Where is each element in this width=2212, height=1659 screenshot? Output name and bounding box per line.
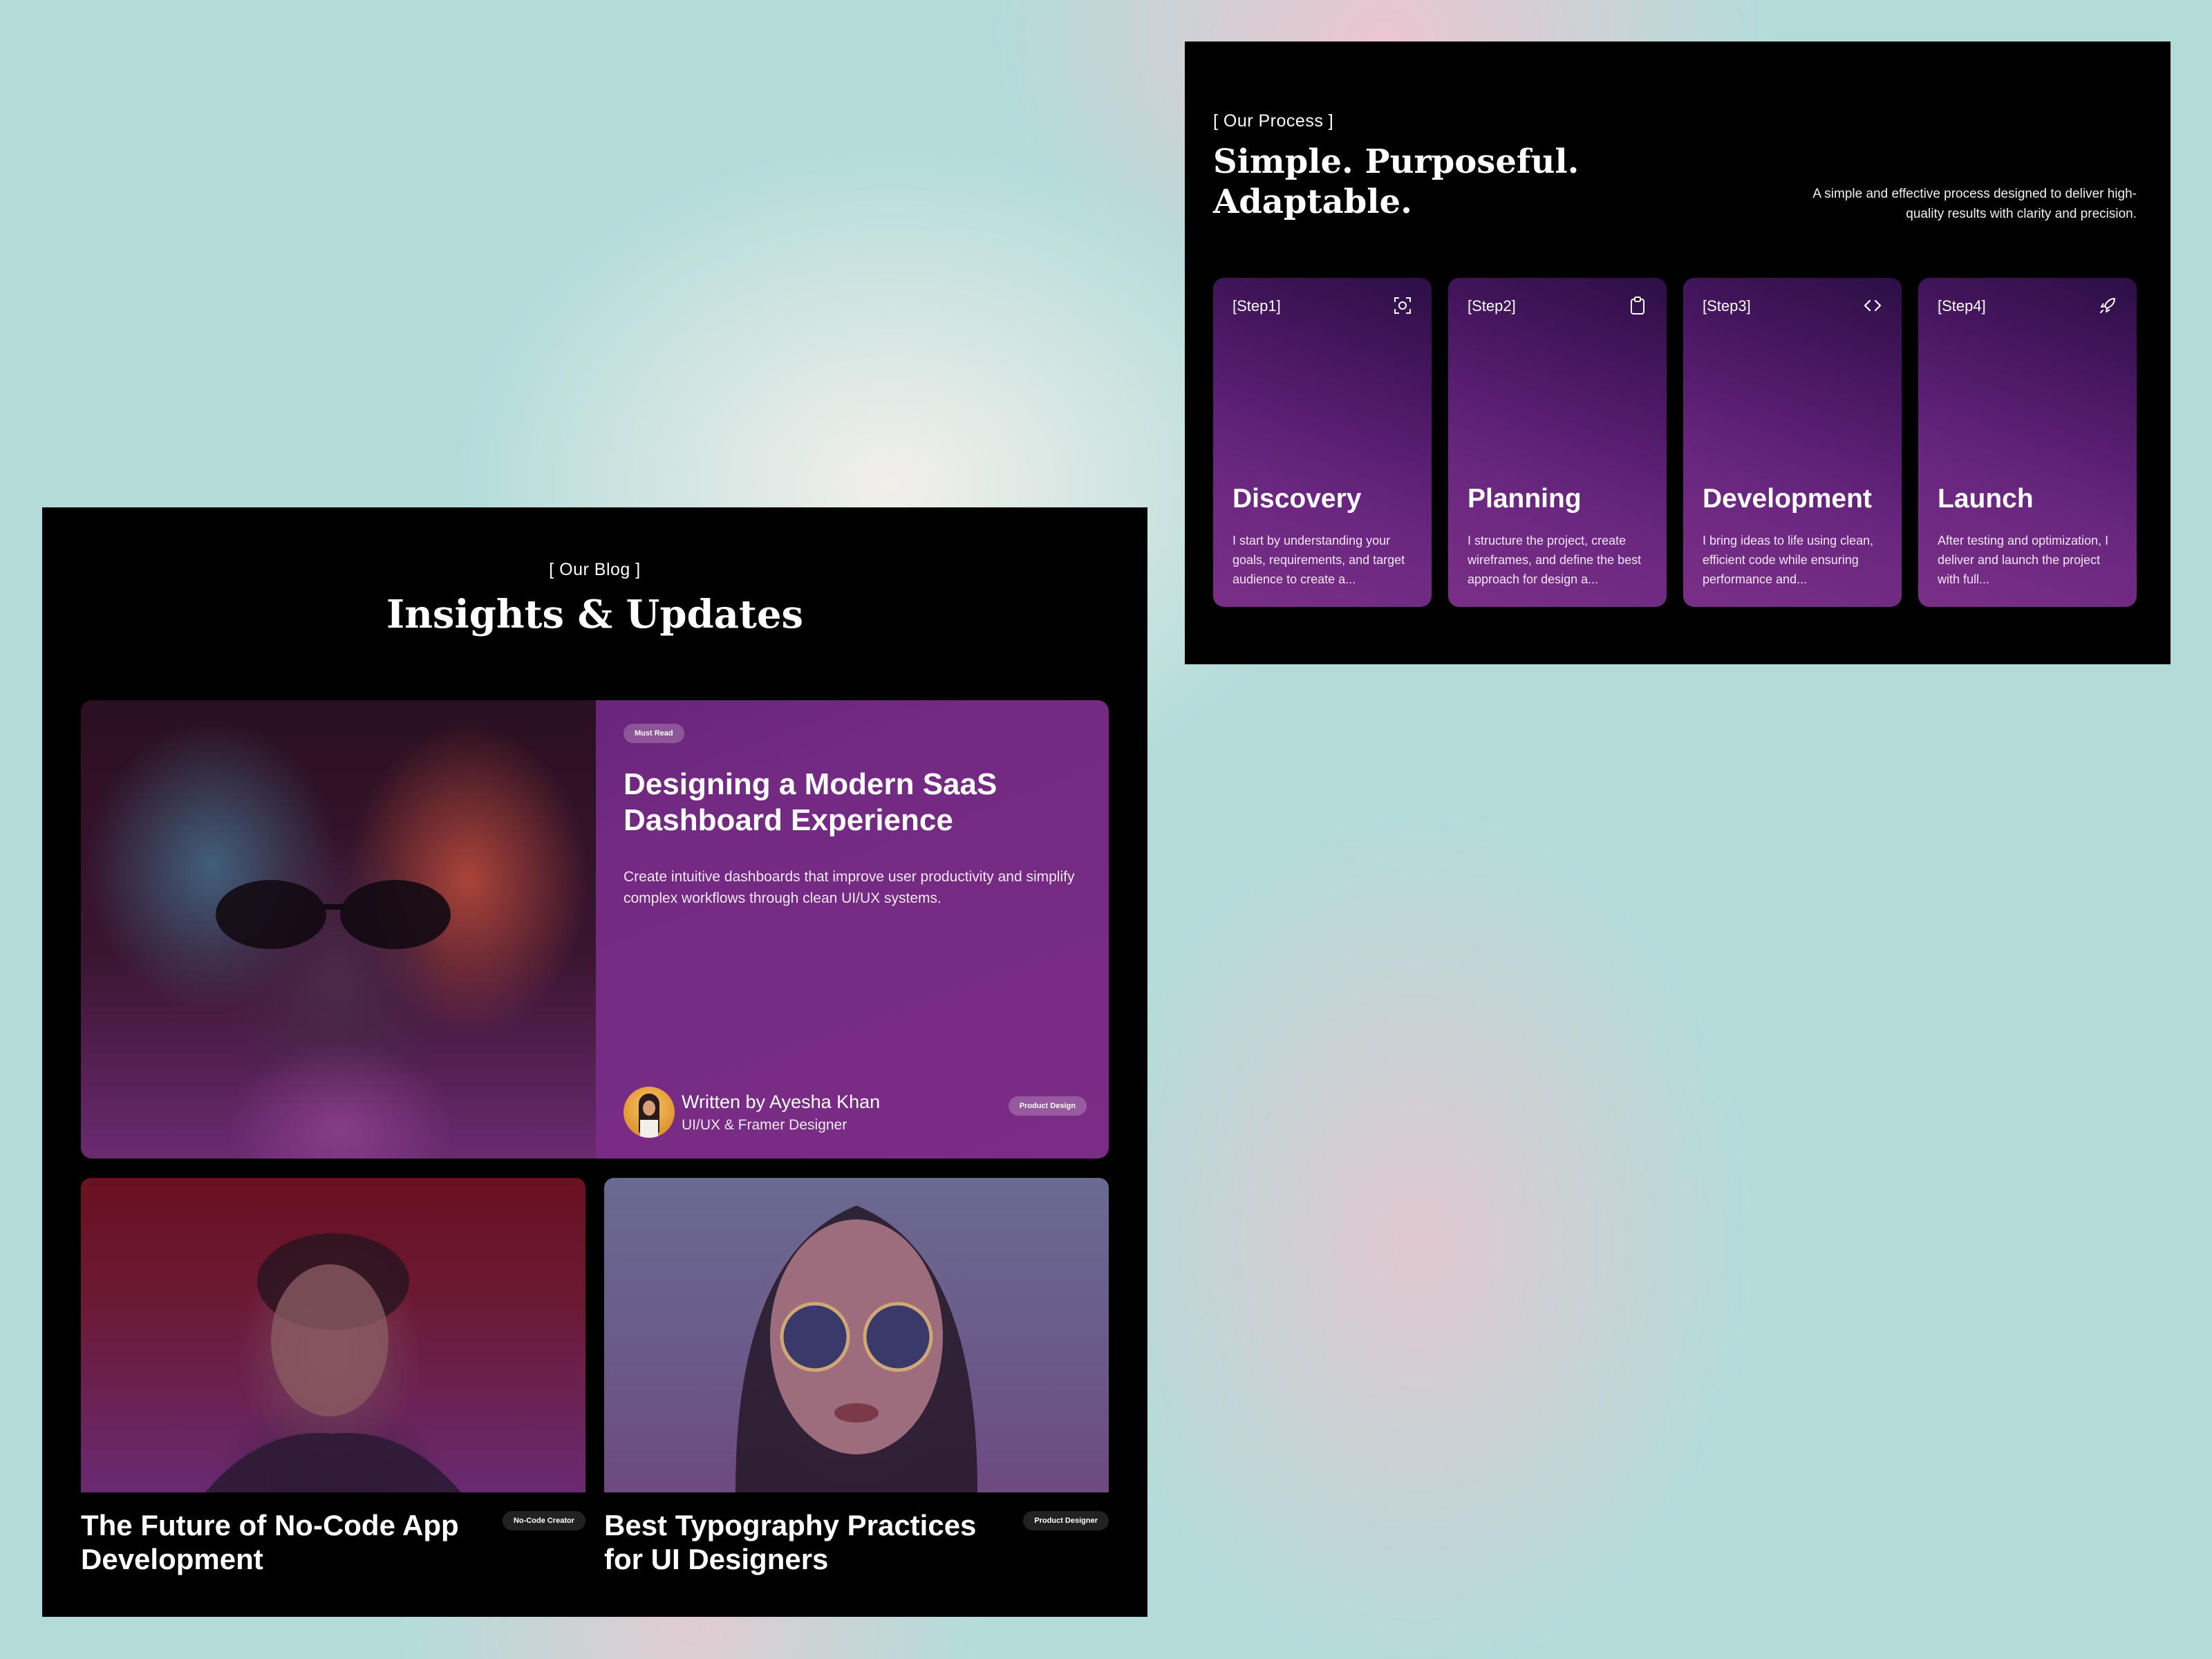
step-description: I structure the project, create wirefram… (1468, 534, 1642, 586)
blog-post-card[interactable]: The Future of No-Code App Development No… (81, 1178, 585, 1575)
author-name: Written by Ayesha Khan (682, 1091, 881, 1112)
step-card-development[interactable]: [Step3] Development I bring ideas to lif… (1683, 278, 1902, 607)
step-title: Launch (1938, 484, 2034, 514)
step-description: I bring ideas to life using clean, effic… (1703, 534, 1874, 586)
author-info: Written by Ayesha Khan UI/UX & Framer De… (624, 1087, 880, 1138)
featured-post-body: Must Read Designing a Modern SaaS Dashbo… (624, 700, 1087, 1159)
featured-post-description: Create intuitive dashboards that improve… (624, 869, 1075, 906)
step-description: I start by understanding your goals, req… (1232, 534, 1405, 586)
featured-post-card[interactable]: Must Read Designing a Modern SaaS Dashbo… (81, 700, 1109, 1159)
code-icon (1864, 299, 1882, 312)
step-title: Planning (1468, 484, 1582, 514)
step-title: Development (1703, 484, 1872, 514)
process-section: [ Our Process ] Simple. Purposeful. Adap… (1185, 41, 2171, 664)
blog-post-title[interactable]: The Future of No-Code App Development (81, 1508, 468, 1576)
step-label: [Step1] (1232, 297, 1281, 315)
rocket-icon (2100, 298, 2115, 313)
clipboard-icon (1631, 297, 1644, 315)
step-title: Discovery (1232, 484, 1362, 514)
process-title-line-1: Simple. Purposeful. (1213, 142, 1580, 181)
step-description: After testing and optimization, I delive… (1938, 534, 2109, 586)
process-description: A simple and effective process designed … (1812, 187, 2137, 221)
blog-section-title: Insights & Updates (386, 592, 803, 637)
category-badge[interactable]: Product Design (1008, 1096, 1087, 1116)
blog-post-image (604, 1178, 1109, 1492)
portrait-graphic (735, 1206, 977, 1492)
portrait-graphic (205, 1233, 461, 1492)
blog-section: [ Our Blog ] Insights & Updates Must Rea… (42, 507, 1147, 1617)
step-card-planning[interactable]: [Step2] Planning I structure the project… (1448, 278, 1667, 607)
step-label: [Step3] (1703, 297, 1751, 315)
featured-post-title[interactable]: Designing a Modern SaaS Dashboard Experi… (624, 767, 1011, 838)
blog-post-title[interactable]: Best Typography Practices for UI Designe… (604, 1508, 991, 1576)
process-section-title: Simple. Purposeful. Adaptable. (1213, 142, 1628, 222)
process-section-tag: [ Our Process ] (1213, 111, 1334, 131)
category-badge[interactable]: Product Designer (1023, 1511, 1109, 1530)
process-title-line-2: Adaptable. (1213, 182, 1412, 221)
avatar (624, 1087, 675, 1138)
step-label: [Step4] (1938, 297, 1986, 315)
step-card-discovery[interactable]: [Step1] Discovery I start by understandi… (1213, 278, 1432, 607)
step-card-launch[interactable]: [Step4] Launch After testing and optimiz… (1918, 278, 2137, 607)
blog-section-tag: [ Our Blog ] (549, 560, 641, 579)
blog-post-image (81, 1178, 585, 1492)
author-role: UI/UX & Framer Designer (682, 1116, 847, 1133)
featured-post-image (81, 700, 596, 1159)
scan-icon (1394, 297, 1411, 314)
step-label: [Step2] (1468, 297, 1516, 315)
category-badge[interactable]: No-Code Creator (502, 1511, 585, 1530)
sunglasses-graphic (216, 880, 451, 949)
must-read-badge: Must Read (624, 724, 684, 743)
blog-post-card[interactable]: Best Typography Practices for UI Designe… (604, 1178, 1109, 1575)
